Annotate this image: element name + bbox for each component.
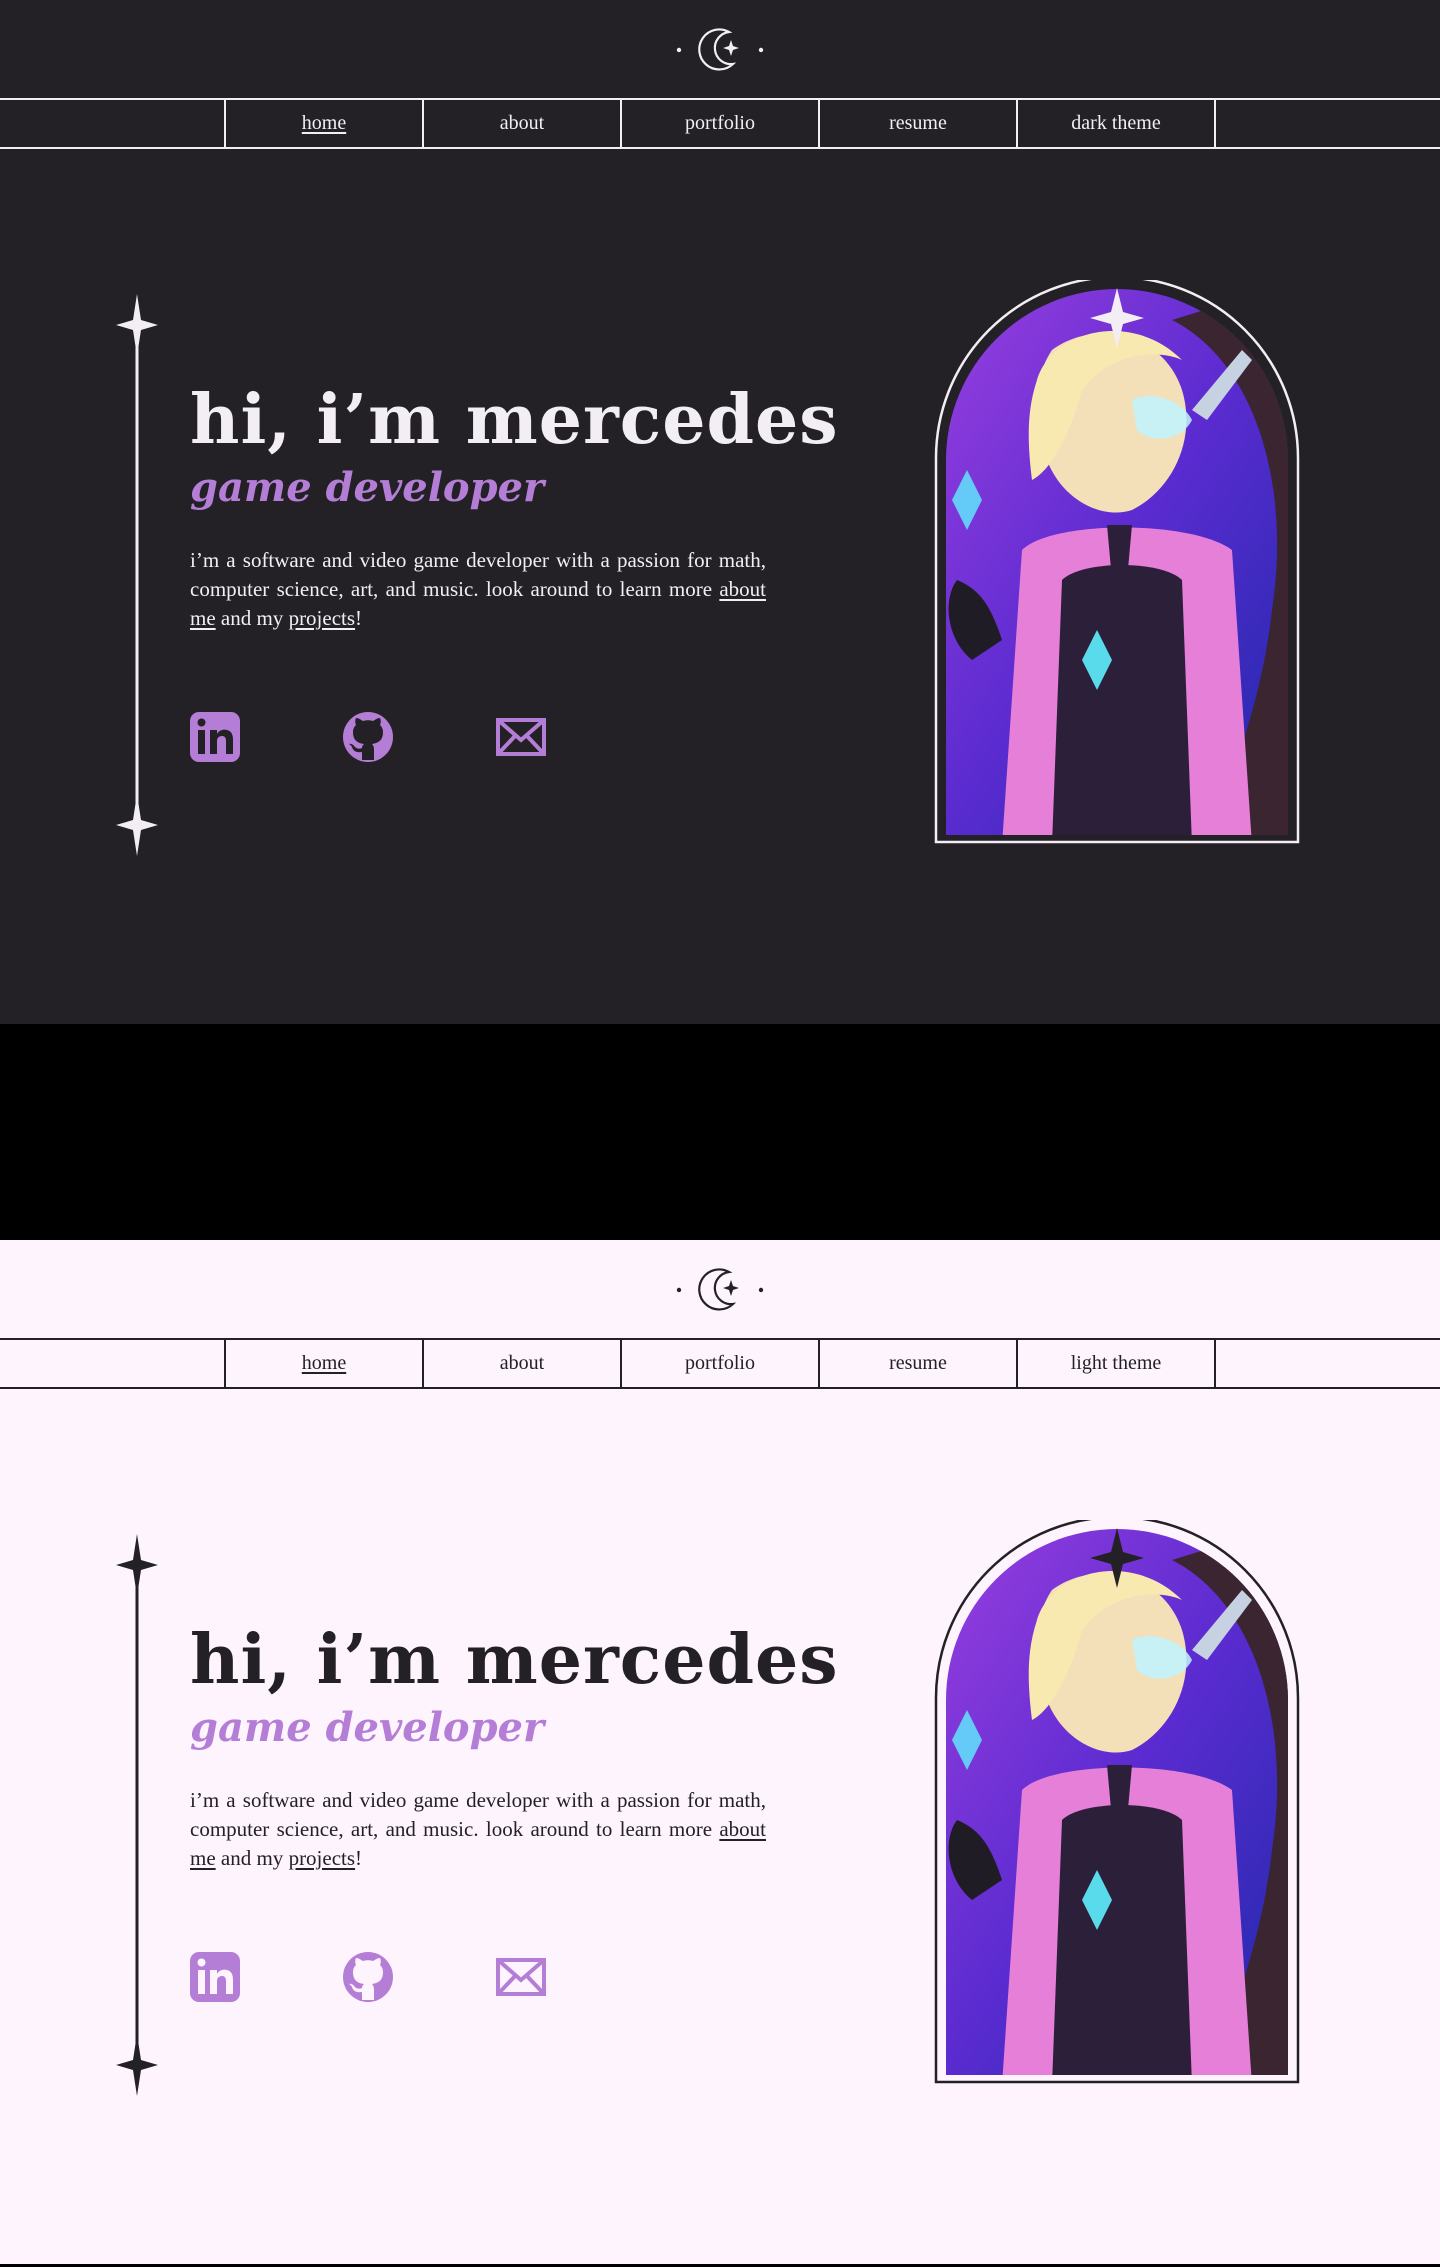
main-nav: home about portfolio resume dark theme [0,98,1440,149]
site-logo[interactable] [0,1260,1440,1320]
light-theme-preview: home about portfolio resume light theme … [0,1240,1440,2264]
character-portrait [934,280,1300,844]
nav-portfolio-label: portfolio [685,1352,755,1374]
bio-text: and my [215,606,289,630]
nav-resume-label: resume [889,1352,947,1374]
theme-toggle-label: dark theme [1071,112,1161,134]
nav-home-label: home [301,1352,347,1374]
linkedin-link[interactable] [188,1950,242,2004]
bio-text: and my [215,1846,289,1870]
linkedin-icon [190,712,240,762]
email-link[interactable] [494,710,548,764]
github-link[interactable] [341,1950,395,2004]
hero-title: hi, i’m mercedes [190,1620,839,1700]
separator [0,1024,1440,1240]
bio-text: ! [355,1846,363,1870]
portrait-image [932,280,1302,845]
envelope-icon [496,1958,546,1996]
nav-about[interactable]: about [422,100,620,147]
nav-portfolio[interactable]: portfolio [620,1340,818,1387]
projects-link[interactable]: projects [289,1846,355,1870]
envelope-icon [496,718,546,756]
github-icon [343,1952,393,2002]
nav-about-label: about [499,112,545,134]
nav-home-label: home [301,112,347,134]
nav-about-label: about [499,1352,545,1374]
bio-text: i’m a software and video game developer … [190,1788,766,1841]
main-nav: home about portfolio resume light theme [0,1338,1440,1389]
hero-bio: i’m a software and video game developer … [190,546,766,633]
site-logo[interactable] [0,20,1440,80]
dark-theme-preview: home about portfolio resume dark theme h… [0,0,1440,1024]
bio-text: ! [355,606,363,630]
crescent-moon-sparkle-icon [676,1268,764,1311]
nav-resume-label: resume [889,112,947,134]
projects-link[interactable]: projects [289,606,355,630]
email-link[interactable] [494,1950,548,2004]
github-icon [343,712,393,762]
hero-title: hi, i’m mercedes [190,380,839,460]
character-portrait [934,1520,1300,2084]
nav-portfolio[interactable]: portfolio [620,100,818,147]
github-link[interactable] [341,710,395,764]
nav-home[interactable]: home [224,1340,422,1387]
crescent-moon-sparkle-icon [676,28,764,71]
theme-toggle[interactable]: dark theme [1016,100,1216,147]
nav-portfolio-label: portfolio [685,112,755,134]
linkedin-icon [190,1952,240,2002]
portrait-image [932,1520,1302,2085]
linkedin-link[interactable] [188,710,242,764]
bio-text: i’m a software and video game developer … [190,548,766,601]
nav-home[interactable]: home [224,100,422,147]
hero-subtitle: game developer [190,464,545,511]
four-point-star-icon [116,294,158,856]
hero-subtitle: game developer [190,1704,545,1751]
nav-about[interactable]: about [422,1340,620,1387]
nav-resume[interactable]: resume [818,100,1016,147]
theme-toggle[interactable]: light theme [1016,1340,1216,1387]
four-point-star-icon [116,1534,158,2096]
hero-bio: i’m a software and video game developer … [190,1786,766,1873]
nav-resume[interactable]: resume [818,1340,1016,1387]
theme-toggle-label: light theme [1070,1352,1162,1374]
